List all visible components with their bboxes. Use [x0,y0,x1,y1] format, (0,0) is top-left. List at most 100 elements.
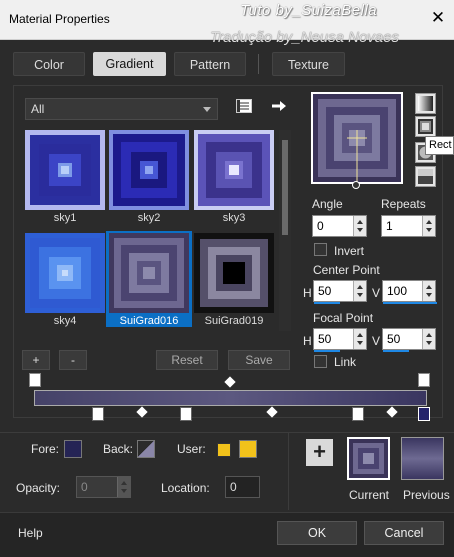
center-v-label: V [372,286,381,300]
center-point-handle[interactable] [352,181,360,189]
tab-texture[interactable]: Texture [272,52,345,76]
color-stop[interactable] [352,407,364,421]
gradient-name: sky1 [53,212,77,224]
repeats-spinner[interactable]: 1 [381,215,436,237]
focal-h-stepper[interactable] [353,329,366,349]
center-h-slider[interactable] [314,302,340,304]
repeats-label: Repeats [381,197,426,211]
gradient-preview-image [313,94,401,184]
gradient-preview-image [25,233,105,313]
opacity-spinner[interactable]: 0 [76,476,131,498]
add-to-swatches-button[interactable]: + [306,439,333,466]
center-h-stepper[interactable] [353,281,366,301]
center-v-slider[interactable] [383,302,437,304]
color-stop[interactable] [180,407,192,421]
focal-h-value: 50 [318,332,332,346]
focal-h-spinner[interactable]: 50 [313,328,367,352]
back-color-swatch[interactable] [137,440,155,458]
focal-v-stepper[interactable] [422,329,435,349]
angle-label: Angle [312,197,343,211]
focal-h-slider[interactable] [314,350,340,352]
angle-stepper[interactable] [353,216,366,236]
tab-color[interactable]: Color [13,52,85,76]
tab-gradient[interactable]: Gradient [93,52,166,76]
gradient-name: SuiGrad016 [119,315,179,327]
gradient-preview-image [25,130,105,210]
scrollbar-thumb[interactable] [282,140,288,235]
watermark-line2: Tradução by_Neusa Novaes [210,29,399,46]
location-field[interactable]: 0 [225,476,260,498]
opacity-value: 0 [81,480,88,494]
save-button[interactable]: Save [228,350,290,370]
fore-label: Fore: [31,442,60,456]
center-point-label: Center Point [313,263,380,277]
center-v-value: 100 [387,284,408,298]
user-label: User: [177,442,206,456]
link-checkbox[interactable] [314,355,327,368]
gradient-preview-image [194,233,274,313]
linear-style-button[interactable] [415,93,436,114]
focal-h-label: H [303,334,312,348]
current-swatch[interactable] [347,437,390,480]
close-icon[interactable]: ✕ [428,8,448,28]
gradient-name: SuiGrad019 [204,315,264,327]
center-v-spinner[interactable]: 100 [382,280,437,304]
current-label: Current [349,488,390,502]
radial-style-button[interactable] [415,166,436,187]
angle-spinner[interactable]: 0 [312,215,367,237]
gradient-name: sky3 [222,212,246,224]
category-select-value: All [31,102,45,116]
library-icon[interactable] [236,99,252,113]
transparency-stop-start[interactable] [29,373,41,387]
focal-v-spinner[interactable]: 50 [382,328,436,352]
tab-divider [258,54,259,74]
repeats-stepper[interactable] [422,216,435,236]
center-v-stepper[interactable] [422,281,435,301]
link-label: Link [334,355,357,369]
user-color-small-swatch[interactable] [217,443,231,457]
back-label: Back: [103,442,134,456]
gradient-bar[interactable] [34,390,427,406]
cancel-button[interactable]: Cancel [364,521,444,545]
gradient-thumb-suigrad016[interactable]: SuiGrad016 [106,231,192,327]
ok-button[interactable]: OK [277,521,357,545]
location-label: Location: [161,481,210,495]
opacity-stepper[interactable] [117,477,130,497]
gradient-thumb-sky3[interactable]: sky3 [191,128,277,224]
add-gradient-button[interactable]: + [22,350,50,370]
center-h-value: 50 [318,284,332,298]
gradient-thumb-sky2[interactable]: sky2 [106,128,192,224]
reset-button[interactable]: Reset [156,350,218,370]
gradient-list-scrollbar[interactable] [279,130,291,331]
opacity-label: Opacity: [16,481,61,495]
gradient-thumb-sky1[interactable]: sky1 [22,128,108,224]
invert-checkbox[interactable] [314,243,327,256]
watermark-line1: Tuto by_SuizaBella [240,2,378,19]
invert-label: Invert [334,244,365,258]
help-button[interactable]: Help [18,526,43,540]
focal-point-label: Focal Point [313,311,374,325]
gradient-preview-image [109,130,189,210]
focal-v-value: 50 [387,332,401,346]
gradient-thumb-suigrad019[interactable]: SuiGrad019 [191,231,277,327]
center-h-spinner[interactable]: 50 [313,280,367,304]
color-stop[interactable] [92,407,104,421]
tab-pattern[interactable]: Pattern [174,52,246,76]
style-tooltip: Rect [425,136,454,155]
gradient-preview-image [194,130,274,210]
gradient-preview[interactable] [311,92,403,184]
previous-label: Previous [403,488,450,502]
remove-gradient-button[interactable]: - [59,350,87,370]
fore-color-swatch[interactable] [64,440,82,458]
gradient-thumb-sky4[interactable]: sky4 [22,231,108,327]
color-stop-selected[interactable] [418,407,430,421]
arrow-right-icon[interactable] [271,99,287,113]
focal-v-slider[interactable] [383,350,409,352]
category-select[interactable]: All [25,98,218,120]
user-color-swatch[interactable] [239,440,257,458]
rectangular-style-button[interactable] [415,116,436,137]
chevron-down-icon [203,107,211,112]
transparency-stop-end[interactable] [418,373,430,387]
previous-swatch[interactable] [401,437,444,480]
gradient-name: sky2 [137,212,161,224]
